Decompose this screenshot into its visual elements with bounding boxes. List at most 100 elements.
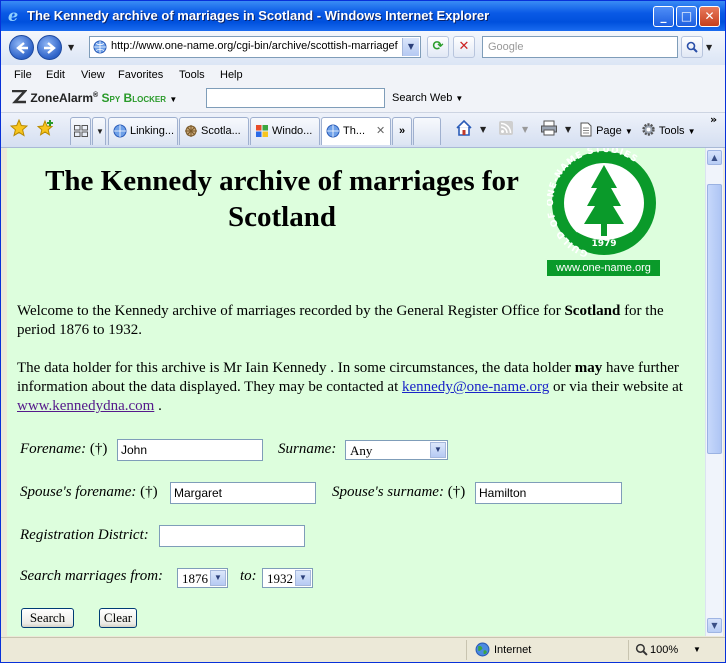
tools-dropdown-icon: ▼: [687, 127, 696, 136]
spouse-surname-wildcard-marker: (†): [447, 484, 466, 500]
forward-arrow-icon: [44, 42, 56, 54]
status-bar: Internet 100% ▼: [1, 637, 725, 662]
menu-help[interactable]: Help: [220, 69, 243, 81]
vertical-scrollbar[interactable]: ▲ ▼: [705, 148, 723, 636]
favorites-star-icon[interactable]: [10, 119, 28, 137]
tab-linking[interactable]: Linking...: [108, 117, 178, 145]
website-link[interactable]: www.kennedydna.com: [17, 398, 154, 414]
zonealarm-product: Spy Blocker: [101, 91, 166, 105]
spouse-forename-input[interactable]: [170, 482, 316, 504]
tools-menu-button[interactable]: Tools ▼: [641, 122, 696, 137]
zoom-level[interactable]: 100% ▼: [628, 640, 713, 660]
zonealarm-z-icon: [12, 89, 28, 104]
tab-scotland[interactable]: Scotla...: [179, 117, 249, 145]
search-submit-button[interactable]: Search: [21, 608, 74, 628]
home-icon[interactable]: [455, 119, 473, 137]
to-year-dropdown-icon: ▼: [295, 570, 311, 586]
tab-kennedy-archive[interactable]: Th... ✕: [321, 117, 391, 145]
home-dropdown-icon[interactable]: ▼: [480, 125, 486, 134]
zonealarm-toolbar: ZoneAlarm® Spy Blocker ▼ Search Web ▼: [1, 86, 725, 113]
email-link[interactable]: kennedy@one-name.org: [402, 379, 549, 395]
zonealarm-dropdown-icon[interactable]: ▼: [169, 95, 177, 104]
registration-district-input[interactable]: [159, 525, 305, 547]
address-field[interactable]: http://www.one-name.org/cgi-bin/archive/…: [89, 36, 421, 58]
holder-text-end: .: [154, 398, 162, 414]
url-text: http://www.one-name.org/cgi-bin/archive/…: [111, 40, 398, 52]
menu-favorites[interactable]: Favorites: [118, 69, 163, 81]
forward-button[interactable]: [37, 35, 62, 60]
scroll-up-icon[interactable]: ▲: [707, 150, 722, 165]
tab-list-button[interactable]: ▼: [92, 117, 106, 145]
close-button[interactable]: ✕: [699, 6, 720, 27]
search-from-label: Search marriages from:: [20, 568, 164, 584]
scrollbar-thumb[interactable]: [707, 184, 722, 454]
title-bar: e The Kennedy archive of marriages in Sc…: [1, 1, 725, 31]
back-button[interactable]: [9, 35, 34, 60]
menu-edit[interactable]: Edit: [46, 69, 65, 81]
zoom-value: 100%: [650, 644, 679, 656]
scroll-down-icon[interactable]: ▼: [707, 618, 722, 633]
to-year-select[interactable]: 1932 ▼: [262, 568, 313, 588]
search-input[interactable]: Google: [482, 36, 678, 58]
globe-icon: [113, 124, 127, 138]
page-dropdown-icon: ▼: [624, 127, 633, 136]
search-button[interactable]: [681, 36, 703, 58]
internet-explorer-icon: e: [8, 7, 18, 23]
zoom-magnifier-icon: [635, 643, 648, 656]
tab-label: Windo...: [272, 125, 313, 137]
address-toolbar: ▼ http://www.one-name.org/cgi-bin/archiv…: [1, 31, 725, 66]
surname-select[interactable]: Any ▼: [345, 440, 448, 460]
address-dropdown-icon[interactable]: ▼: [402, 38, 419, 56]
tab-overflow-button[interactable]: »: [392, 117, 412, 145]
maximize-button[interactable]: □: [676, 6, 697, 27]
tools-menu-label: Tools: [658, 125, 685, 137]
page-menu-label: Page: [596, 125, 622, 137]
add-favorites-icon[interactable]: [37, 119, 55, 137]
history-dropdown-icon[interactable]: ▼: [68, 43, 74, 52]
toolbar-overflow-button[interactable]: »: [710, 113, 717, 126]
zonealarm-logo[interactable]: ZoneAlarm® Spy Blocker ▼: [11, 89, 177, 105]
surname-selected-value: Any: [350, 443, 373, 458]
new-tab-button[interactable]: [413, 117, 441, 145]
menu-view[interactable]: View: [81, 69, 105, 81]
browser-window: e The Kennedy archive of marriages in Sc…: [0, 0, 726, 663]
internet-zone-globe-icon: [475, 642, 490, 657]
zonealarm-search-input[interactable]: [206, 88, 385, 108]
menu-tools[interactable]: Tools: [179, 69, 205, 81]
security-zone[interactable]: Internet: [466, 640, 628, 660]
page-title: The Kennedy archive of marriages for Sco…: [45, 165, 519, 233]
print-icon[interactable]: [540, 119, 558, 137]
print-dropdown-icon[interactable]: ▼: [565, 125, 571, 134]
from-year-select[interactable]: 1876 ▼: [177, 568, 228, 588]
magnifier-icon: [686, 41, 698, 53]
feeds-dropdown-icon[interactable]: ▼: [522, 125, 528, 134]
guild-of-one-name-studies-logo: GUILD OF ONE-NAME STUDIES 1979: [547, 148, 656, 258]
zonealarm-search-button[interactable]: Search Web ▼: [392, 92, 463, 104]
refresh-button[interactable]: ⟳: [427, 36, 449, 58]
feeds-icon[interactable]: [498, 120, 514, 136]
tab-label: Linking...: [130, 125, 175, 137]
spouse-forename-wildcard-marker: (†): [140, 484, 158, 500]
page-menu-button[interactable]: Page ▼: [579, 122, 633, 137]
spouse-surname-input[interactable]: [475, 482, 622, 504]
forename-input[interactable]: [117, 439, 263, 461]
tab-windows[interactable]: Windo...: [250, 117, 320, 145]
menu-file[interactable]: File: [14, 69, 32, 81]
logo-year: 1979: [591, 239, 616, 249]
welcome-text: Welcome to the Kennedy archive of marria…: [17, 303, 565, 319]
registration-district-label: Registration District:: [20, 527, 149, 543]
clear-button[interactable]: Clear: [99, 608, 137, 628]
close-tab-icon[interactable]: ✕: [376, 124, 385, 137]
holder-bold: may: [574, 360, 603, 376]
gear-icon: [642, 123, 655, 136]
tab-label: Th...: [343, 125, 366, 137]
search-options-dropdown-icon[interactable]: ▼: [706, 43, 712, 52]
forename-label: Forename: (†): [20, 441, 107, 458]
zonealarm-search-dropdown-icon: ▼: [455, 94, 464, 103]
quick-tabs-button[interactable]: [70, 117, 91, 145]
minimize-button[interactable]: _: [653, 6, 674, 27]
stop-button[interactable]: ✕: [453, 36, 475, 58]
quick-tabs-icon: [74, 125, 88, 137]
menu-bar: File Edit View Favorites Tools Help: [1, 65, 725, 86]
welcome-bold: Scotland: [564, 303, 621, 319]
